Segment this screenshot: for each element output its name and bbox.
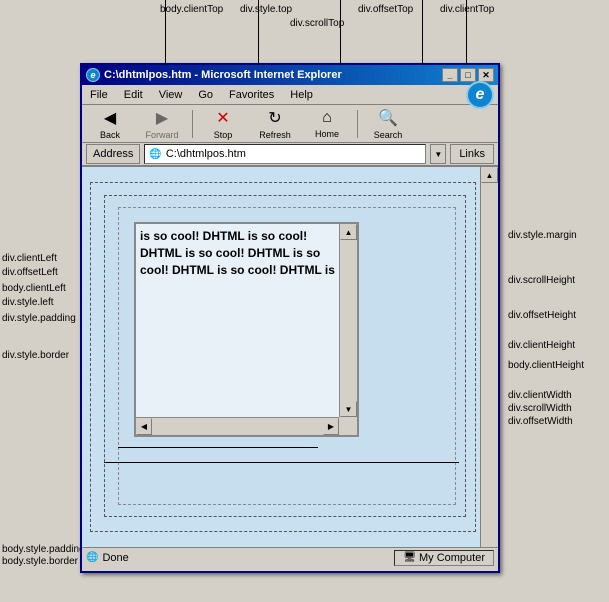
status-bar: 🌐 Done 🖥 My Computer — [82, 547, 498, 567]
forward-button[interactable]: ▶ Forward — [138, 107, 186, 141]
annotation-div-offset-width: div.offsetWidth — [508, 416, 573, 427]
address-value: C:\dhtmlpos.htm — [166, 148, 246, 160]
refresh-button[interactable]: ↻ Refresh — [251, 107, 299, 141]
h-scrollbar[interactable]: ◀ ▶ — [136, 417, 339, 435]
annotation-div-scroll-height: div.scrollHeight — [508, 275, 575, 286]
annotation-div-style-top: div.style.top — [240, 4, 292, 15]
annotation-div-offset-height: div.offsetHeight — [508, 310, 576, 321]
stop-label: Stop — [214, 130, 233, 140]
annotation-body-style-padding: body.style.padding — [2, 544, 85, 555]
main-scrollbar[interactable]: ▲ ▼ — [480, 167, 498, 567]
toolbar-separator-2 — [357, 110, 358, 138]
toolbar-separator-1 — [192, 110, 193, 138]
vline-div-scroll-top — [422, 0, 423, 65]
zone-text: My Computer — [419, 552, 485, 564]
h-measure-line-1 — [118, 447, 318, 448]
vline-body-client-top — [165, 0, 166, 65]
window-title: C:\dhtmlpos.htm - Microsoft Internet Exp… — [104, 69, 342, 81]
annotation-body-client-top: body.clientTop — [160, 4, 223, 15]
menu-bar: File Edit View Go Favorites Help e — [82, 85, 498, 105]
annotation-div-style-padding: div.style.padding — [2, 313, 76, 324]
refresh-label: Refresh — [259, 130, 291, 140]
annotation-div-scroll-top: div.scrollTop — [290, 18, 344, 29]
scrollbar-corner — [339, 417, 357, 435]
h-measure-line-2 — [104, 462, 459, 463]
back-button[interactable]: ◀ Back — [86, 107, 134, 141]
menu-edit[interactable]: Edit — [120, 88, 147, 102]
div-text-area: is so cool! DHTML is so cool! DHTML is s… — [140, 228, 337, 415]
address-label: Address — [86, 144, 140, 164]
status-zone: 🖥 My Computer — [394, 550, 494, 566]
scroll-div[interactable]: is so cool! DHTML is so cool! DHTML is s… — [134, 222, 359, 437]
home-label: Home — [315, 129, 339, 139]
stop-button[interactable]: ✕ Stop — [199, 107, 247, 141]
v-scrollbar[interactable]: ▲ ▼ — [339, 224, 357, 417]
vline-client-top-right — [466, 0, 467, 65]
annotation-div-offset-top: div.offsetTop — [358, 4, 413, 15]
toolbar: ◀ Back ▶ Forward ✕ Stop ↻ Refresh ⌂ Home… — [82, 105, 498, 143]
forward-label: Forward — [145, 130, 178, 140]
search-label: Search — [374, 130, 403, 140]
title-bar-buttons: _ □ ✕ — [442, 68, 494, 82]
annotation-div-offset-left: div.offsetLeft — [2, 267, 58, 278]
ie-icon: e — [86, 68, 100, 82]
maximize-button[interactable]: □ — [460, 68, 476, 82]
title-bar: e C:\dhtmlpos.htm - Microsoft Internet E… — [82, 65, 498, 85]
annotation-div-client-left: div.clientLeft — [2, 253, 57, 264]
annotation-body-client-left: body.clientLeft — [2, 283, 66, 294]
page-content: is so cool! DHTML is so cool! DHTML is s… — [82, 167, 498, 567]
home-button[interactable]: ⌂ Home — [303, 107, 351, 141]
search-button[interactable]: 🔍 Search — [364, 107, 412, 141]
status-text: Done — [102, 552, 128, 564]
annotation-div-scroll-width: div.scrollWidth — [508, 403, 572, 414]
vline-div-offset-top — [340, 0, 341, 65]
annotation-client-top-right: div.clientTop — [440, 4, 494, 15]
browser-window: e C:\dhtmlpos.htm - Microsoft Internet E… — [80, 63, 500, 573]
annotation-div-style-border: div.style.border — [2, 350, 69, 361]
content-area: is so cool! DHTML is so cool! DHTML is s… — [82, 167, 498, 567]
menu-file[interactable]: File — [86, 88, 112, 102]
address-dropdown[interactable]: ▼ — [430, 144, 446, 164]
links-button[interactable]: Links — [450, 144, 494, 164]
annotation-body-client-height: body.clientHeight — [508, 360, 584, 371]
annotation-div-client-height: div.clientHeight — [508, 340, 575, 351]
menu-go[interactable]: Go — [194, 88, 217, 102]
div-text-content: is so cool! DHTML is so cool! DHTML is s… — [140, 228, 337, 278]
annotation-div-client-width: div.clientWidth — [508, 390, 572, 401]
ie-logo: e — [466, 81, 494, 109]
menu-view[interactable]: View — [155, 88, 187, 102]
address-bar: Address 🌐 C:\dhtmlpos.htm ▼ Links — [82, 143, 498, 167]
address-input[interactable]: 🌐 C:\dhtmlpos.htm — [144, 144, 426, 164]
minimize-button[interactable]: _ — [442, 68, 458, 82]
menu-help[interactable]: Help — [286, 88, 317, 102]
back-label: Back — [100, 130, 120, 140]
close-button[interactable]: ✕ — [478, 68, 494, 82]
annotation-div-style-margin: div.style.margin — [508, 230, 577, 241]
vline-div-style-top — [258, 0, 259, 65]
menu-favorites[interactable]: Favorites — [225, 88, 278, 102]
annotation-body-style-border: body.style.border — [2, 556, 78, 567]
annotation-div-style-left: div.style.left — [2, 297, 54, 308]
